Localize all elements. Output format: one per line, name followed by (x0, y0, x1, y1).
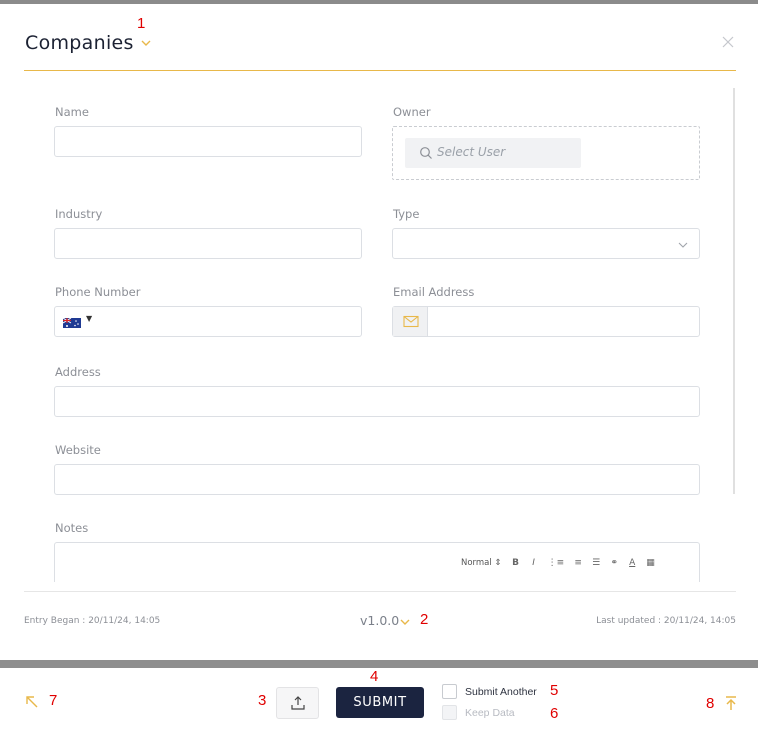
annotation-3: 3 (258, 692, 267, 709)
name-input[interactable] (54, 126, 362, 157)
website-label: Website (55, 443, 101, 457)
annotation-4: 4 (370, 668, 379, 685)
scroll-to-top-icon[interactable] (723, 695, 739, 711)
version-text[interactable]: v1.0.0 (360, 613, 399, 628)
type-label: Type (393, 207, 420, 221)
caret-down-icon[interactable]: ▼ (86, 314, 92, 323)
type-select[interactable] (392, 228, 700, 259)
chevron-down-icon[interactable] (399, 616, 411, 628)
text-color-icon[interactable]: A (628, 558, 636, 568)
website-input[interactable] (54, 464, 700, 495)
annotation-8: 8 (706, 695, 715, 712)
annotation-6: 6 (550, 705, 559, 722)
expand-arrow-icon[interactable] (24, 694, 40, 710)
link-icon[interactable]: ⚭ (610, 558, 618, 568)
submit-another-checkbox[interactable] (442, 684, 457, 699)
select-user-input[interactable]: Select User (405, 138, 581, 168)
search-icon (420, 147, 432, 159)
format-select[interactable]: Normal ⇕ (461, 558, 502, 568)
annotation-1: 1 (137, 15, 146, 32)
close-icon[interactable] (720, 34, 736, 50)
upload-icon (291, 696, 305, 710)
envelope-icon (403, 315, 419, 328)
entry-began-text: Entry Began : 20/11/24, 14:05 (24, 616, 161, 626)
bold-icon[interactable]: B (512, 558, 520, 568)
notes-toolbar: Normal ⇕ B I ⋮≡ ≡ ☰ ⚭ A ▦ (461, 555, 655, 571)
notes-label: Notes (55, 521, 89, 535)
align-icon[interactable]: ☰ (592, 558, 600, 568)
keep-data-checkbox[interactable] (442, 705, 457, 720)
chevron-down-icon (678, 242, 688, 248)
email-input[interactable] (392, 306, 700, 337)
submit-another-label: Submit Another (465, 686, 537, 698)
upload-button[interactable] (276, 687, 319, 719)
address-label: Address (55, 365, 101, 379)
scrollbar[interactable] (733, 88, 735, 494)
name-label: Name (55, 105, 89, 119)
chevron-down-icon[interactable] (139, 36, 153, 50)
app-frame: Companies 1 Name Owner Select User Indus… (0, 0, 758, 738)
industry-label: Industry (55, 207, 103, 221)
annotation-5: 5 (550, 682, 559, 699)
modal-title: Companies (25, 32, 134, 54)
clear-format-icon[interactable]: ▦ (646, 558, 655, 568)
annotation-7: 7 (49, 692, 58, 709)
format-select-chevron: ⇕ (494, 558, 502, 568)
footer-divider (24, 591, 736, 592)
title-divider (24, 70, 736, 71)
last-updated-text: Last updated : 20/11/24, 14:05 (596, 616, 736, 626)
annotation-2: 2 (420, 611, 429, 628)
bottom-separator (0, 660, 758, 668)
submit-button[interactable]: SUBMIT (336, 687, 424, 718)
bullet-list-icon[interactable]: ≡ (574, 558, 582, 568)
phone-label: Phone Number (55, 285, 141, 299)
italic-icon[interactable]: I (530, 558, 538, 568)
keep-data-label: Keep Data (465, 707, 515, 719)
industry-input[interactable] (54, 228, 362, 259)
owner-dropzone: Select User (392, 126, 700, 180)
australia-flag-icon[interactable] (63, 318, 81, 328)
notes-editor[interactable]: Normal ⇕ B I ⋮≡ ≡ ☰ ⚭ A ▦ (54, 542, 700, 582)
ordered-list-icon[interactable]: ⋮≡ (548, 558, 565, 568)
email-label: Email Address (393, 285, 475, 299)
select-user-placeholder: Select User (437, 145, 506, 159)
phone-input[interactable]: ▼ (54, 306, 362, 337)
format-select-label: Normal (461, 558, 492, 568)
owner-label: Owner (393, 105, 431, 119)
address-input[interactable] (54, 386, 700, 417)
email-prefix (393, 307, 428, 336)
